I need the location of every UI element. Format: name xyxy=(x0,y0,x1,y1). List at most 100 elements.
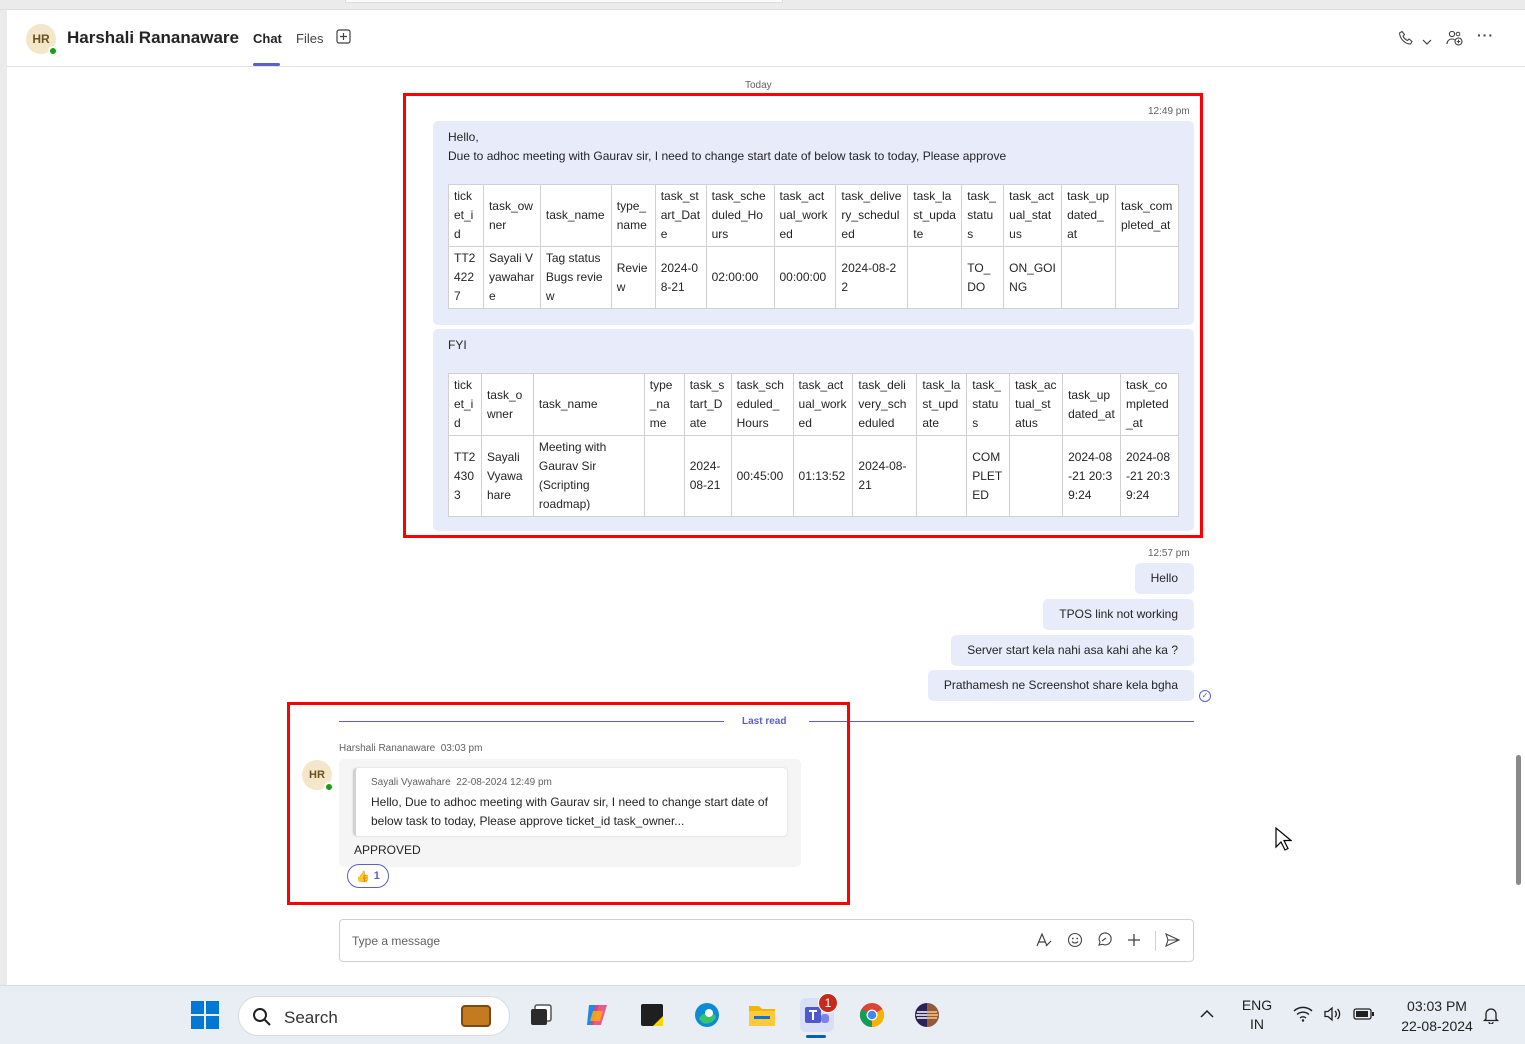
table-cell: Meeting with Gaurav Sir (Scripting roadm… xyxy=(532,435,645,517)
tab-files[interactable]: Files xyxy=(296,31,323,46)
quote-text: Hello, Due to adhoc meeting with Gaurav … xyxy=(371,795,768,828)
table-cell xyxy=(1009,435,1064,517)
task-table: ticket_id task_owner task_name type_name… xyxy=(448,373,1180,517)
sent-message-bubble[interactable]: TPOS link not working xyxy=(1043,599,1194,630)
table-header-cell: type_name xyxy=(610,184,656,247)
windows-start-icon[interactable] xyxy=(188,998,222,1032)
send-icon[interactable] xyxy=(1164,932,1181,952)
table-cell xyxy=(907,246,963,309)
table-header-cell: task_completed_at xyxy=(1119,373,1180,436)
edge-browser-icon[interactable] xyxy=(690,998,724,1032)
tab-chat[interactable]: Chat xyxy=(253,31,282,46)
message-timestamp: 12:49 pm xyxy=(1148,106,1190,117)
reaction-count: 1 xyxy=(373,870,380,882)
system-clock[interactable]: 03:03 PM 22-08-2024 xyxy=(1392,996,1482,1036)
region-code: IN xyxy=(1250,1016,1264,1032)
table-cell: TT24227 xyxy=(448,246,484,309)
table-header-cell: ticket_id xyxy=(448,373,482,436)
battery-icon[interactable] xyxy=(1353,1007,1375,1024)
table-cell: Sayali Vyawahare xyxy=(482,246,541,309)
table-row: TT24303 Sayali Vyawahare Meeting with Ga… xyxy=(448,435,1180,517)
table-header-cell: task_status xyxy=(961,184,1005,247)
quote-author-line: Sayali Vyawahare 22-08-2024 12:49 pm xyxy=(371,777,552,788)
table-header-cell: task_owner xyxy=(482,184,541,247)
table-cell xyxy=(1114,246,1180,309)
thumbs-up-icon: 👍 xyxy=(356,870,370,883)
volume-icon[interactable] xyxy=(1323,1006,1343,1025)
table-cell: 02:00:00 xyxy=(705,246,775,309)
message-composer[interactable]: Type a message xyxy=(339,919,1194,962)
file-explorer-icon[interactable] xyxy=(745,998,779,1032)
clock-time: 03:03 PM xyxy=(1407,998,1467,1014)
compose-placeholder[interactable]: Type a message xyxy=(352,934,440,948)
table-cell: Tag status Bugs review xyxy=(539,246,612,309)
message-body: APPROVED xyxy=(354,843,421,857)
search-icon xyxy=(252,1007,272,1032)
table-header-cell: task_delivery_scheduled xyxy=(852,373,918,436)
wifi-icon[interactable] xyxy=(1293,1006,1313,1025)
table-cell: 2024-08-21 20:39:24 xyxy=(1119,435,1180,517)
clock-date: 22-08-2024 xyxy=(1401,1018,1473,1034)
table-cell: 2024-08-22 xyxy=(835,246,909,309)
eclipse-icon[interactable] xyxy=(910,998,944,1032)
sender-time: 03:03 pm xyxy=(440,743,483,754)
table-cell xyxy=(1061,246,1116,309)
sent-message-bubble[interactable]: Server start kela nahi asa kahi ahe ka ? xyxy=(951,635,1194,666)
call-options-chevron-down-icon[interactable] xyxy=(1422,33,1432,49)
table-header-cell: task_updated_at xyxy=(1062,373,1121,436)
table-header-cell: task_delivery_scheduled xyxy=(835,184,909,247)
composer-divider xyxy=(1155,931,1156,951)
sender-avatar[interactable]: HR xyxy=(302,760,334,792)
message-line: Due to adhoc meeting with Gaurav sir, I … xyxy=(448,149,1007,163)
search-label: Search xyxy=(284,1008,338,1027)
mouse-cursor-icon xyxy=(1274,826,1293,857)
chrome-icon[interactable] xyxy=(855,998,889,1032)
sent-message-bubble[interactable]: FYI ticket_id task_owner task_name type_… xyxy=(433,329,1194,531)
teams-notification-badge: 1 xyxy=(818,993,838,1013)
table-header-cell: task_status xyxy=(966,373,1011,436)
table-header-cell: task_name xyxy=(539,184,612,247)
add-people-icon[interactable] xyxy=(1446,30,1463,49)
last-read-line xyxy=(339,721,724,722)
table-header-cell: task_completed_at xyxy=(1114,184,1180,247)
table-header-cell: task_last_update xyxy=(907,184,963,247)
loop-component-icon[interactable] xyxy=(1096,932,1112,952)
sent-message-bubble[interactable]: Prathamesh ne Screenshot share kela bgha xyxy=(927,670,1194,701)
input-language[interactable]: ENG IN xyxy=(1240,996,1274,1034)
show-hidden-icons-chevron-up-icon[interactable] xyxy=(1199,1006,1215,1022)
contact-avatar[interactable]: HR xyxy=(26,24,58,56)
more-options-icon[interactable]: ··· xyxy=(1477,27,1494,43)
table-cell: 00:45:00 xyxy=(730,435,794,517)
contact-name[interactable]: Harshali Rananaware xyxy=(67,28,239,48)
quoted-reply[interactable]: Sayali Vyawahare 22-08-2024 12:49 pm Hel… xyxy=(353,768,787,836)
table-row: TT24227 Sayali Vyawahare Tag status Bugs… xyxy=(448,246,1180,309)
presence-available-icon xyxy=(324,782,334,792)
sticky-notes-icon[interactable] xyxy=(635,998,669,1032)
emoji-icon[interactable] xyxy=(1067,932,1083,952)
taskbar-search[interactable]: Search xyxy=(238,996,510,1036)
notifications-bell-icon[interactable] xyxy=(1482,1006,1500,1027)
message-timestamp: 12:57 pm xyxy=(1148,548,1190,559)
sent-message-bubble[interactable]: Hello, Due to adhoc meeting with Gaurav … xyxy=(433,121,1194,325)
sender-name: Harshali Rananaware xyxy=(339,743,436,754)
language-code: ENG xyxy=(1241,997,1273,1013)
left-edge xyxy=(0,10,7,985)
teams-window: HR Harshali Rananaware Chat Files ··· To… xyxy=(0,0,1525,985)
last-read-line xyxy=(809,721,1194,722)
add-tab-icon[interactable] xyxy=(336,29,351,47)
sent-message-bubble[interactable]: Hello xyxy=(1134,563,1194,594)
task-view-icon[interactable] xyxy=(524,998,558,1032)
task-table: ticket_id task_owner task_name type_name… xyxy=(448,184,1180,309)
briefcase-icon xyxy=(461,1005,491,1027)
chat-scrollbar[interactable] xyxy=(1516,755,1521,885)
call-icon[interactable] xyxy=(1398,30,1414,49)
table-cell xyxy=(916,435,968,517)
reaction-pill[interactable]: 👍 1 xyxy=(347,864,389,888)
day-divider: Today xyxy=(745,80,772,91)
table-header-cell: task_scheduled_Hours xyxy=(730,373,794,436)
received-message-bubble[interactable]: Sayali Vyawahare 22-08-2024 12:49 pm Hel… xyxy=(339,759,801,867)
table-cell: 2024-08-21 xyxy=(683,435,732,517)
copilot-icon[interactable] xyxy=(580,998,614,1032)
attach-plus-icon[interactable] xyxy=(1126,932,1142,952)
format-text-icon[interactable] xyxy=(1035,932,1052,952)
